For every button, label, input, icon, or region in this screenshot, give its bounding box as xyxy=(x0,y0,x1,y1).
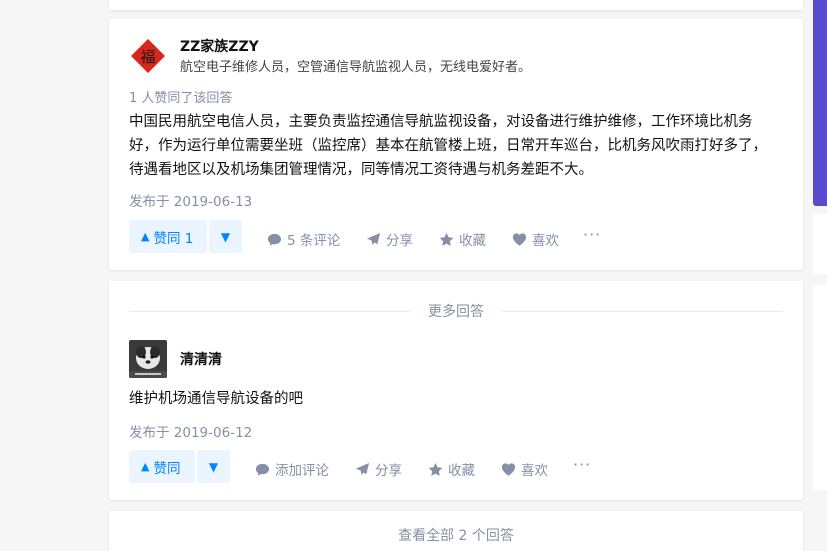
share-label: 分享 xyxy=(386,233,413,249)
previous-card xyxy=(109,0,803,10)
triangle-down-icon: ▼ xyxy=(220,229,231,244)
heart-icon xyxy=(501,462,516,476)
comments-label: 添加评论 xyxy=(275,463,329,479)
more-options-button[interactable]: ··· xyxy=(583,225,601,244)
like-label: 喜欢 xyxy=(521,463,548,479)
share-button[interactable]: 分享 xyxy=(355,459,402,479)
upvote-button[interactable]: ▲ 赞同 xyxy=(129,450,195,483)
upvote-label: 赞同 xyxy=(153,460,181,477)
downvote-button[interactable]: ▼ xyxy=(197,450,230,483)
star-icon xyxy=(439,232,454,246)
like-label: 喜欢 xyxy=(532,233,559,249)
view-all-card: 查看全部 2 个回答 xyxy=(109,511,803,551)
more-options-button[interactable]: ··· xyxy=(573,455,591,474)
avatar[interactable]: 福 xyxy=(129,37,167,75)
collect-label: 收藏 xyxy=(459,233,486,249)
collect-button[interactable]: 收藏 xyxy=(428,459,475,479)
like-button[interactable]: 喜欢 xyxy=(512,229,559,249)
more-answers-label: 更多回答 xyxy=(428,304,484,320)
heart-icon xyxy=(512,232,527,246)
scroll-accent-bar xyxy=(813,0,827,206)
side-panel-edge xyxy=(813,214,827,274)
triangle-up-icon: ▲ xyxy=(141,460,150,473)
share-icon xyxy=(355,462,370,475)
upvote-label: 赞同 1 xyxy=(153,230,194,247)
comments-label: 5 条评论 xyxy=(287,233,341,249)
more-answers-divider: 更多回答 xyxy=(129,301,783,321)
collect-button[interactable]: 收藏 xyxy=(439,229,486,249)
side-panel-edge xyxy=(813,285,827,490)
like-button[interactable]: 喜欢 xyxy=(501,459,548,479)
star-icon xyxy=(428,462,443,476)
answer-content: 维护机场通信导航设备的吧 xyxy=(129,391,303,407)
share-button[interactable]: 分享 xyxy=(366,229,413,249)
author-bio: 航空电子维修人员，空管通信导航监视人员，无线电爱好者。 xyxy=(180,60,532,75)
comments-button[interactable]: 添加评论 xyxy=(255,459,329,479)
publish-date[interactable]: 发布于 2019-06-13 xyxy=(129,190,252,210)
dog-photo-icon xyxy=(129,340,167,378)
share-label: 分享 xyxy=(375,463,402,479)
downvote-button[interactable]: ▼ xyxy=(209,220,242,253)
share-icon xyxy=(366,232,381,245)
upvote-button[interactable]: ▲ 赞同 1 xyxy=(129,220,207,253)
answer-card: 更多回答 清清清 维护机场通信导航设备的吧 发布于 2019-06-12 ▲ 赞… xyxy=(109,281,803,500)
collect-label: 收藏 xyxy=(448,463,475,479)
author-name[interactable]: 清清清 xyxy=(180,349,222,369)
divider-line xyxy=(502,310,783,312)
publish-date[interactable]: 发布于 2019-06-12 xyxy=(129,421,252,441)
triangle-up-icon: ▲ xyxy=(141,230,150,243)
upvote-count-meta: 1 人赞同了该回答 xyxy=(129,91,233,106)
svg-text:福: 福 xyxy=(140,48,155,66)
answer-content: 中国民用航空电信人员，主要负责监控通信导航监视设备，对设备进行维护维修，工作环境… xyxy=(129,114,767,178)
comments-button[interactable]: 5 条评论 xyxy=(267,229,340,249)
view-all-answers-link[interactable]: 查看全部 2 个回答 xyxy=(109,525,803,545)
author-name[interactable]: ZZ家族ZZY xyxy=(180,36,259,56)
comment-icon xyxy=(267,233,282,246)
comment-icon xyxy=(255,463,270,476)
divider-line xyxy=(129,310,410,312)
fu-diamond-icon: 福 xyxy=(129,37,167,75)
answer-card: 福 ZZ家族ZZY 航空电子维修人员，空管通信导航监视人员，无线电爱好者。 1 … xyxy=(109,19,803,270)
avatar[interactable] xyxy=(129,340,167,378)
triangle-down-icon: ▼ xyxy=(208,459,219,474)
